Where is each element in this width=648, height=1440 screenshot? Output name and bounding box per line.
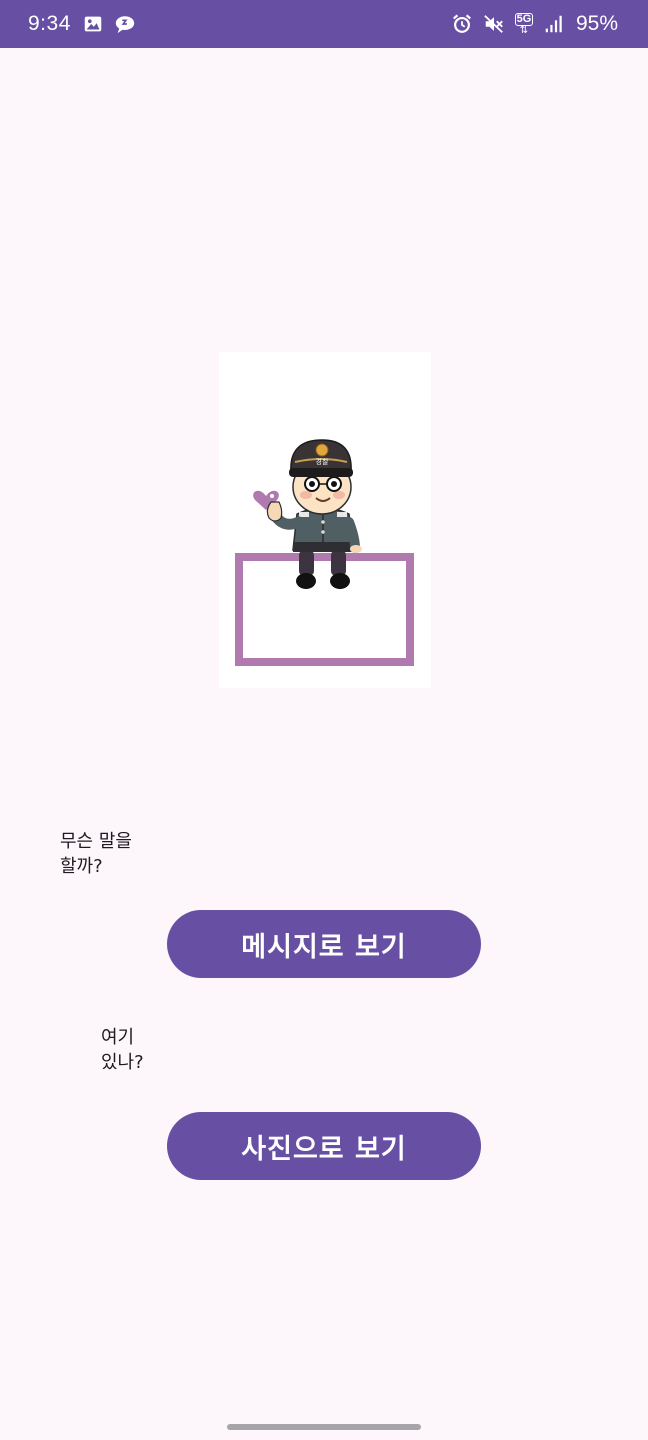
battery-level: 95% [575, 12, 618, 35]
app-screen: 9:34 5G ⇅ 95% 경찰 무슨 말을 할까? 메시지로 보기 여기 있나… [0, 0, 648, 1440]
signal-icon [542, 12, 566, 36]
alarm-icon [450, 12, 474, 36]
police-character-image: 경찰 [219, 352, 431, 688]
status-right-group: 5G ⇅ 95% [450, 12, 618, 36]
image-icon [81, 12, 105, 36]
cap-badge-text: 경찰 [316, 457, 329, 466]
message-prompt-text: 무슨 말을 할까? [60, 831, 132, 877]
frame-box [235, 553, 414, 666]
5g-network-icon: 5G ⇅ [514, 12, 534, 36]
character-illustration: 경찰 [219, 352, 431, 688]
status-bar: 9:34 5G ⇅ 95% [0, 0, 648, 48]
network-label: 5G [514, 12, 534, 26]
chat-bubble-icon [113, 12, 137, 36]
status-time: 9:34 [28, 12, 71, 35]
photo-prompt-text: 여기 있나? [101, 1027, 144, 1073]
status-left-group: 9:34 [28, 12, 137, 36]
data-arrows-icon: ⇅ [519, 24, 529, 36]
gesture-navigation-bar[interactable] [227, 1424, 421, 1430]
view-message-button[interactable]: 메시지로 보기 [167, 910, 481, 978]
mute-icon [482, 12, 506, 36]
view-photo-button[interactable]: 사진으로 보기 [167, 1112, 481, 1180]
